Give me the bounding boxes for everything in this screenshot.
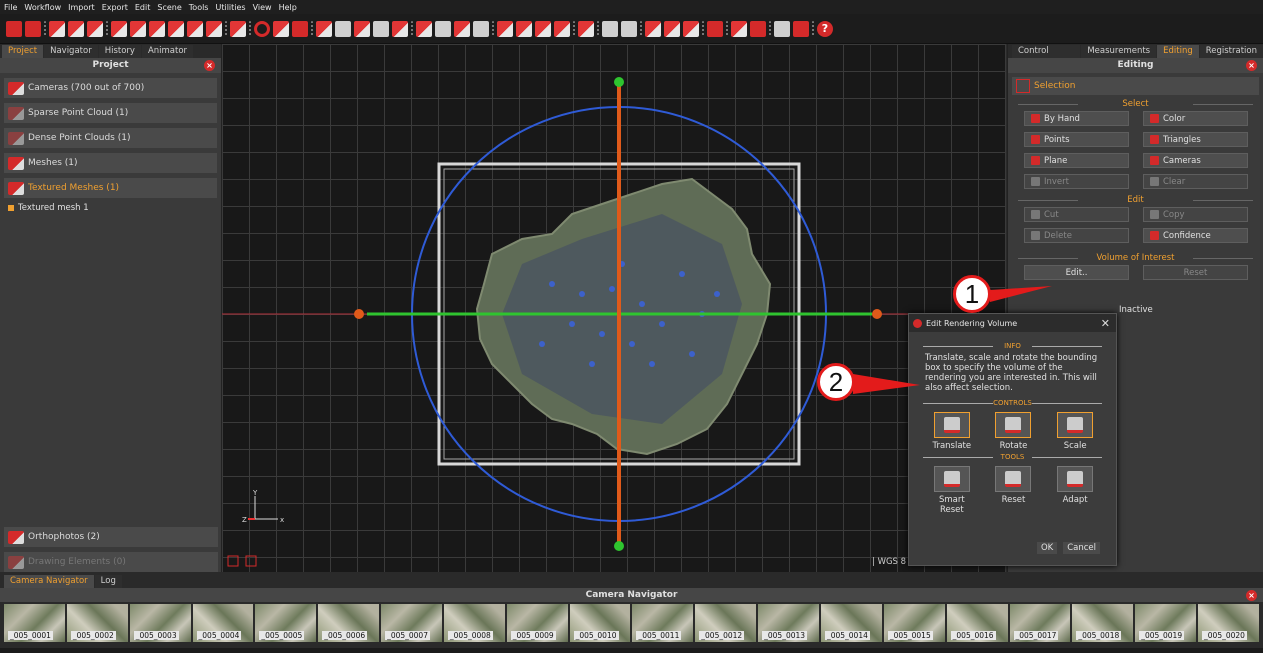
camera-thumbnail[interactable]: _005_0009	[506, 604, 568, 642]
camera-thumbnail[interactable]: _005_0013	[758, 604, 819, 642]
thumb-label: _005_0002	[70, 631, 116, 640]
thumb-label: _005_0003	[133, 631, 179, 640]
camera-thumbnail[interactable]: _005_0015	[883, 604, 945, 642]
thumb-label: _005_0019	[1139, 631, 1185, 640]
camera-thumbnail[interactable]: _005_0001	[4, 604, 65, 642]
camera-thumbnail[interactable]: _005_0006	[318, 604, 380, 642]
close-icon[interactable]: ×	[1246, 590, 1257, 601]
camera-thumbnail[interactable]: _005_0011	[632, 604, 694, 642]
camera-thumbnail[interactable]: _005_0007	[381, 604, 442, 642]
camera-thumbnail[interactable]: _005_0018	[1072, 604, 1134, 642]
thumb-label: _005_0012	[699, 631, 745, 640]
bottom-scroll-strip[interactable]	[0, 648, 1263, 653]
thumb-label: _005_0006	[322, 631, 368, 640]
thumb-label: _005_0005	[259, 631, 305, 640]
callout-arrow-1	[990, 286, 1052, 302]
tab-camera-navigator[interactable]: Camera Navigator	[4, 575, 94, 588]
thumb-label: _005_0009	[510, 631, 556, 640]
camera-thumbnail[interactable]: _005_0008	[443, 604, 505, 642]
callout-arrow-2	[853, 374, 920, 394]
camera-thumbnail[interactable]: _005_0002	[66, 604, 128, 642]
camera-thumbnail[interactable]: _005_0005	[255, 604, 317, 642]
panel-title: Camera Navigator ×	[0, 588, 1263, 602]
camera-navigator-panel: Camera Navigator Log Camera Navigator × …	[0, 572, 1263, 653]
camera-navigator-title: Camera Navigator	[585, 590, 678, 600]
camera-thumbnail[interactable]: _005_0010	[569, 604, 631, 642]
camera-thumbnail[interactable]: _005_0004	[192, 604, 254, 642]
camera-thumbnails: _005_0001 _005_0002 _005_0003 _005_0004 …	[0, 602, 1263, 644]
thumb-label: _005_0017	[1013, 631, 1059, 640]
thumb-label: _005_0018	[1076, 631, 1122, 640]
thumb-label: _005_0007	[385, 631, 430, 640]
camera-thumbnail[interactable]: _005_0014	[820, 604, 882, 642]
camera-thumbnail[interactable]: _005_0019	[1135, 604, 1197, 642]
camera-thumbnail[interactable]: _005_0017	[1009, 604, 1071, 642]
callout-1: 1	[953, 275, 991, 313]
thumb-label: _005_0008	[447, 631, 493, 640]
thumb-label: _005_0011	[636, 631, 682, 640]
thumb-label: _005_0015	[887, 631, 933, 640]
thumb-label: _005_0014	[824, 631, 870, 640]
thumb-label: _005_0004	[196, 631, 242, 640]
camera-thumbnail[interactable]: _005_0003	[129, 604, 191, 642]
thumb-label: _005_0013	[762, 631, 808, 640]
annotation-overlay	[853, 286, 1052, 394]
thumb-label: _005_0016	[950, 631, 996, 640]
bottom-tabs: Camera Navigator Log	[0, 572, 1263, 588]
thumb-label: _005_0010	[573, 631, 619, 640]
camera-thumbnail[interactable]: _005_0012	[695, 604, 757, 642]
callout-2: 2	[817, 363, 855, 401]
tab-log[interactable]: Log	[94, 575, 122, 588]
camera-thumbnail[interactable]: _005_0016	[946, 604, 1008, 642]
camera-thumbnail[interactable]: _005_0020	[1198, 604, 1259, 642]
thumb-label: _005_0020	[1202, 631, 1247, 640]
thumb-label: _005_0001	[8, 631, 53, 640]
